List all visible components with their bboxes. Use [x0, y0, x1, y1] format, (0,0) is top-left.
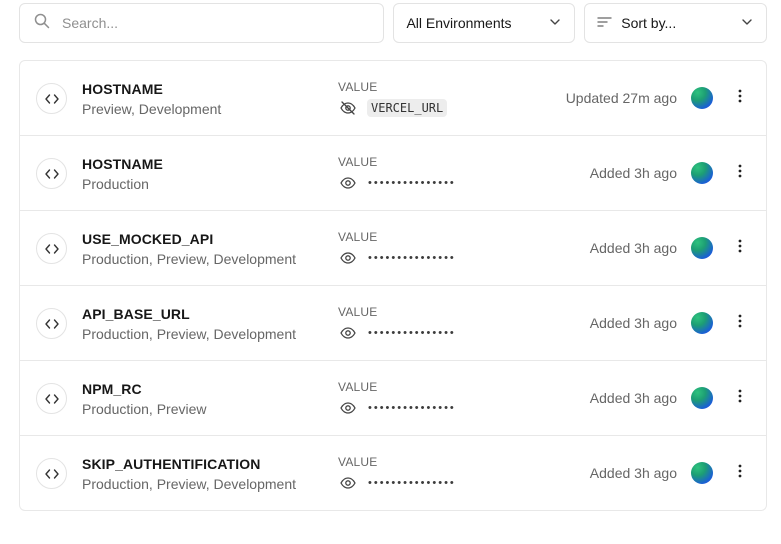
env-var-name: NPM_RC — [82, 381, 142, 397]
more-vertical-icon — [738, 164, 742, 183]
env-var-environments: Production, Preview — [82, 401, 207, 417]
search-box[interactable] — [19, 3, 385, 43]
env-var-name: HOSTNAME — [82, 156, 163, 172]
env-var-name: USE_MOCKED_API — [82, 231, 214, 247]
eye-icon[interactable] — [338, 473, 358, 493]
eye-icon[interactable] — [338, 248, 358, 268]
env-var-environments: Production, Preview, Development — [82, 251, 296, 267]
value-label: VALUE — [338, 155, 378, 169]
value-row: ••••••••••••••• — [338, 323, 456, 343]
avatar — [691, 237, 713, 259]
env-var-name: SKIP_AUTHENTIFICATION — [82, 456, 261, 472]
sort-select[interactable]: Sort by... — [584, 3, 767, 43]
value-row: ••••••••••••••• — [338, 248, 456, 268]
value-label: VALUE — [338, 380, 378, 394]
env-var-row: SKIP_AUTHENTIFICATION Production, Previe… — [20, 436, 766, 510]
avatar — [691, 387, 713, 409]
more-vertical-icon — [738, 239, 742, 258]
masked-value: ••••••••••••••• — [368, 402, 456, 414]
eye-icon[interactable] — [338, 173, 358, 193]
chevron-down-icon — [740, 15, 754, 32]
value-label: VALUE — [338, 455, 378, 469]
avatar — [691, 162, 713, 184]
code-icon — [36, 383, 67, 414]
eye-icon[interactable] — [338, 323, 358, 343]
sort-select-label: Sort by... — [621, 15, 677, 31]
value-row: ••••••••••••••• — [338, 473, 456, 493]
revealed-value: VERCEL_URL — [367, 99, 448, 117]
env-var-name: API_BASE_URL — [82, 306, 190, 322]
masked-value: ••••••••••••••• — [368, 177, 456, 189]
more-vertical-icon — [738, 89, 742, 108]
code-icon — [36, 158, 67, 189]
value-label: VALUE — [338, 230, 378, 244]
more-vertical-icon — [738, 314, 742, 333]
env-var-row: NPM_RC Production, Preview VALUE •••••••… — [20, 361, 766, 436]
masked-value: ••••••••••••••• — [368, 327, 456, 339]
masked-value: ••••••••••••••• — [368, 477, 456, 489]
env-var-status: Added 3h ago — [589, 465, 677, 481]
more-vertical-icon — [738, 464, 742, 483]
code-icon — [36, 233, 67, 264]
environment-select-label: All Environments — [406, 15, 512, 31]
more-vertical-icon — [738, 389, 742, 408]
env-var-environments: Production — [82, 176, 149, 192]
avatar — [691, 462, 713, 484]
value-row: ••••••••••••••• — [338, 173, 456, 193]
env-var-status: Updated 27m ago — [565, 90, 677, 106]
avatar — [691, 312, 713, 334]
env-var-row: HOSTNAME Preview, Development VALUE VERC… — [20, 61, 766, 136]
code-icon — [36, 83, 67, 114]
code-icon — [36, 308, 67, 339]
chevron-down-icon — [548, 15, 562, 32]
value-row: ••••••••••••••• — [338, 398, 456, 418]
more-options-button[interactable] — [732, 313, 748, 333]
masked-value: ••••••••••••••• — [368, 252, 456, 264]
env-var-row: API_BASE_URL Production, Preview, Develo… — [20, 286, 766, 361]
eye-icon[interactable] — [338, 398, 358, 418]
search-input[interactable] — [62, 15, 342, 31]
env-var-status: Added 3h ago — [589, 165, 677, 181]
value-row: VERCEL_URL — [338, 98, 448, 118]
more-options-button[interactable] — [732, 163, 748, 183]
more-options-button[interactable] — [732, 463, 748, 483]
toolbar: All Environments Sort by... — [19, 3, 767, 43]
code-icon — [36, 458, 67, 489]
avatar — [691, 87, 713, 109]
environment-select[interactable]: All Environments — [393, 3, 576, 43]
more-options-button[interactable] — [732, 88, 748, 108]
env-var-status: Added 3h ago — [589, 240, 677, 256]
env-var-environments: Preview, Development — [82, 101, 222, 117]
env-var-status: Added 3h ago — [589, 390, 677, 406]
env-var-environments: Production, Preview, Development — [82, 326, 296, 342]
env-var-environments: Production, Preview, Development — [82, 476, 296, 492]
eye-off-icon[interactable] — [338, 98, 358, 118]
env-var-list: HOSTNAME Preview, Development VALUE VERC… — [19, 60, 767, 511]
env-var-row: USE_MOCKED_API Production, Preview, Deve… — [20, 211, 766, 286]
env-var-name: HOSTNAME — [82, 81, 163, 97]
value-label: VALUE — [338, 80, 378, 94]
search-icon — [34, 13, 50, 34]
value-label: VALUE — [338, 305, 378, 319]
env-var-status: Added 3h ago — [589, 315, 677, 331]
more-options-button[interactable] — [732, 238, 748, 258]
more-options-button[interactable] — [732, 388, 748, 408]
sort-lines-icon — [597, 15, 612, 31]
env-var-row: HOSTNAME Production VALUE ••••••••••••••… — [20, 136, 766, 211]
